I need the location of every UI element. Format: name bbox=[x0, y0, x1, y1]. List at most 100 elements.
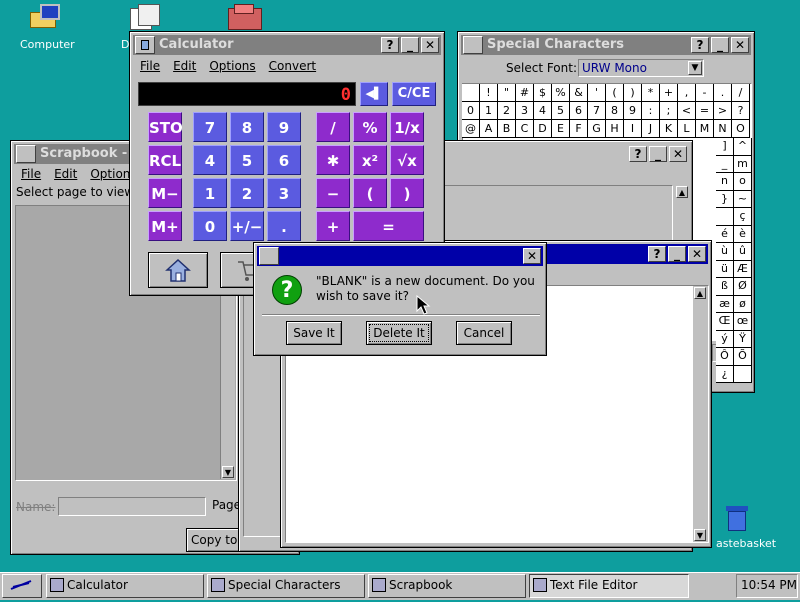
key-two-button[interactable]: 2 bbox=[230, 178, 264, 208]
character-cell[interactable]: A bbox=[480, 120, 498, 138]
special-characters-app-icon[interactable] bbox=[463, 36, 483, 54]
chevron-down-icon[interactable]: ▼ bbox=[688, 61, 702, 75]
cancel-button[interactable]: Cancel bbox=[456, 321, 512, 345]
character-cell[interactable]: . bbox=[714, 84, 732, 102]
character-cell[interactable]: , bbox=[678, 84, 696, 102]
character-cell[interactable]: ( bbox=[606, 84, 624, 102]
character-cell[interactable]: O bbox=[732, 120, 750, 138]
name-field[interactable] bbox=[58, 497, 206, 516]
character-cell[interactable]: < bbox=[678, 102, 696, 120]
character-cell[interactable]: ~ bbox=[734, 190, 752, 208]
key-three-button[interactable]: 3 bbox=[267, 178, 301, 208]
character-cell[interactable]: m bbox=[734, 155, 752, 173]
key-decimal-button[interactable]: . bbox=[267, 211, 301, 241]
character-cell[interactable]: / bbox=[732, 84, 750, 102]
character-cell[interactable] bbox=[716, 208, 734, 226]
taskbar-calculator[interactable]: Calculator bbox=[46, 574, 204, 598]
close-button[interactable]: ✕ bbox=[731, 37, 749, 53]
character-cell[interactable]: ç bbox=[734, 208, 752, 226]
character-cell[interactable]: L bbox=[678, 120, 696, 138]
key-four-button[interactable]: 4 bbox=[193, 145, 227, 175]
minimize-button[interactable]: _ bbox=[668, 246, 686, 262]
key-one-button[interactable]: 1 bbox=[193, 178, 227, 208]
scroll-up-arrow-icon[interactable]: ▲ bbox=[676, 186, 688, 198]
key-reciprocal-button[interactable]: 1/x bbox=[390, 112, 424, 142]
character-cell[interactable]: ý bbox=[716, 330, 734, 348]
character-grid[interactable]: ! " # $% & '() * +0 1 2 3 4 5 6 7 8 9:; @ A B C D E F G H I J K bbox=[462, 84, 678, 138]
character-cell[interactable]: é bbox=[716, 225, 734, 243]
scrapbook-menu-file[interactable]: File bbox=[21, 167, 41, 181]
wastebasket-icon[interactable] bbox=[726, 506, 748, 532]
calculator-titlebar[interactable]: Calculator ? _ ✕ bbox=[133, 35, 441, 55]
calculator-menu-edit[interactable]: Edit bbox=[173, 59, 196, 73]
character-cell[interactable]: æ bbox=[716, 295, 734, 313]
character-cell[interactable]: Ø bbox=[734, 278, 752, 296]
taskbar-special-characters[interactable]: Special Characters bbox=[207, 574, 365, 598]
character-cell[interactable]: ¿ bbox=[716, 365, 734, 383]
taskbar-scrapbook[interactable]: Scrapbook bbox=[368, 574, 526, 598]
key-divide-button[interactable]: / bbox=[316, 112, 350, 142]
scroll-down-arrow-icon[interactable]: ▼ bbox=[694, 529, 706, 541]
character-cell[interactable]: D bbox=[534, 120, 552, 138]
character-cell[interactable]: * bbox=[642, 84, 660, 102]
clear-button[interactable]: C/CE bbox=[392, 82, 436, 106]
character-cell[interactable]: ù bbox=[716, 243, 734, 261]
character-cell[interactable] bbox=[462, 84, 480, 102]
calculator-menu-convert[interactable]: Convert bbox=[269, 59, 316, 73]
character-cell[interactable]: 1 bbox=[480, 102, 498, 120]
character-cell[interactable]: + bbox=[660, 84, 678, 102]
backspace-button[interactable]: ◀▌ bbox=[360, 82, 388, 106]
font-select[interactable]: URW Mono ▼ bbox=[578, 59, 704, 77]
memory-m-plus-button[interactable]: M+ bbox=[148, 211, 182, 241]
character-cell[interactable]: ! bbox=[480, 84, 498, 102]
computer-icon[interactable] bbox=[30, 4, 64, 32]
key-eight-button[interactable]: 8 bbox=[230, 112, 264, 142]
help-button[interactable]: ? bbox=[381, 37, 399, 53]
character-cell[interactable]: " bbox=[498, 84, 516, 102]
key-sqrt-button[interactable]: √x bbox=[390, 145, 424, 175]
scroll-down-arrow-icon[interactable]: ▼ bbox=[222, 466, 234, 478]
key-zero-button[interactable]: 0 bbox=[193, 211, 227, 241]
calculator-menu-file[interactable]: File bbox=[140, 59, 160, 73]
character-cell[interactable]: # bbox=[516, 84, 534, 102]
save-dialog-titlebar[interactable]: ✕ bbox=[257, 246, 543, 266]
calculator-menu-options[interactable]: Options bbox=[209, 59, 255, 73]
character-cell[interactable]: I bbox=[624, 120, 642, 138]
character-cell[interactable]: 6 bbox=[570, 102, 588, 120]
character-cell[interactable]: ? bbox=[732, 102, 750, 120]
character-cell[interactable]: 8 bbox=[606, 102, 624, 120]
character-cell[interactable]: è bbox=[734, 225, 752, 243]
key-close-paren-button[interactable]: ) bbox=[390, 178, 424, 208]
character-cell[interactable]: û bbox=[734, 243, 752, 261]
start-button[interactable] bbox=[2, 574, 42, 598]
scroll-up-arrow-icon[interactable]: ▲ bbox=[694, 287, 706, 299]
character-cell[interactable]: ; bbox=[660, 102, 678, 120]
character-cell[interactable]: 3 bbox=[516, 102, 534, 120]
character-cell[interactable]: C bbox=[516, 120, 534, 138]
close-button[interactable]: ✕ bbox=[421, 37, 439, 53]
folder-icon[interactable] bbox=[228, 4, 264, 30]
scrapbook-menu-edit[interactable]: Edit bbox=[54, 167, 77, 181]
character-cell[interactable]: @ bbox=[462, 120, 480, 138]
key-seven-button[interactable]: 7 bbox=[193, 112, 227, 142]
save-it-button[interactable]: Save It bbox=[286, 321, 342, 345]
character-cell[interactable]: n bbox=[716, 173, 734, 191]
minimize-button[interactable]: _ bbox=[711, 37, 729, 53]
character-cell[interactable]: Æ bbox=[734, 260, 752, 278]
character-cell[interactable]: 4 bbox=[534, 102, 552, 120]
character-cell[interactable]: 5 bbox=[552, 102, 570, 120]
character-cell[interactable]: & bbox=[570, 84, 588, 102]
key-nine-button[interactable]: 9 bbox=[267, 112, 301, 142]
minimize-button[interactable]: _ bbox=[649, 146, 667, 162]
character-cell[interactable]: Õ bbox=[734, 348, 752, 366]
character-cell[interactable]: Ô bbox=[716, 348, 734, 366]
character-cell[interactable]: 9 bbox=[624, 102, 642, 120]
memory-rcl-button[interactable]: RCL bbox=[148, 145, 182, 175]
scrapbook-app-icon[interactable] bbox=[16, 145, 36, 163]
key-multiply-button[interactable]: ✱ bbox=[316, 145, 350, 175]
key-five-button[interactable]: 5 bbox=[230, 145, 264, 175]
character-cell[interactable]: 2 bbox=[498, 102, 516, 120]
documents-icon[interactable] bbox=[130, 4, 164, 32]
memory-sto-button[interactable]: STO bbox=[148, 112, 183, 142]
key-add-button[interactable]: + bbox=[316, 211, 350, 241]
